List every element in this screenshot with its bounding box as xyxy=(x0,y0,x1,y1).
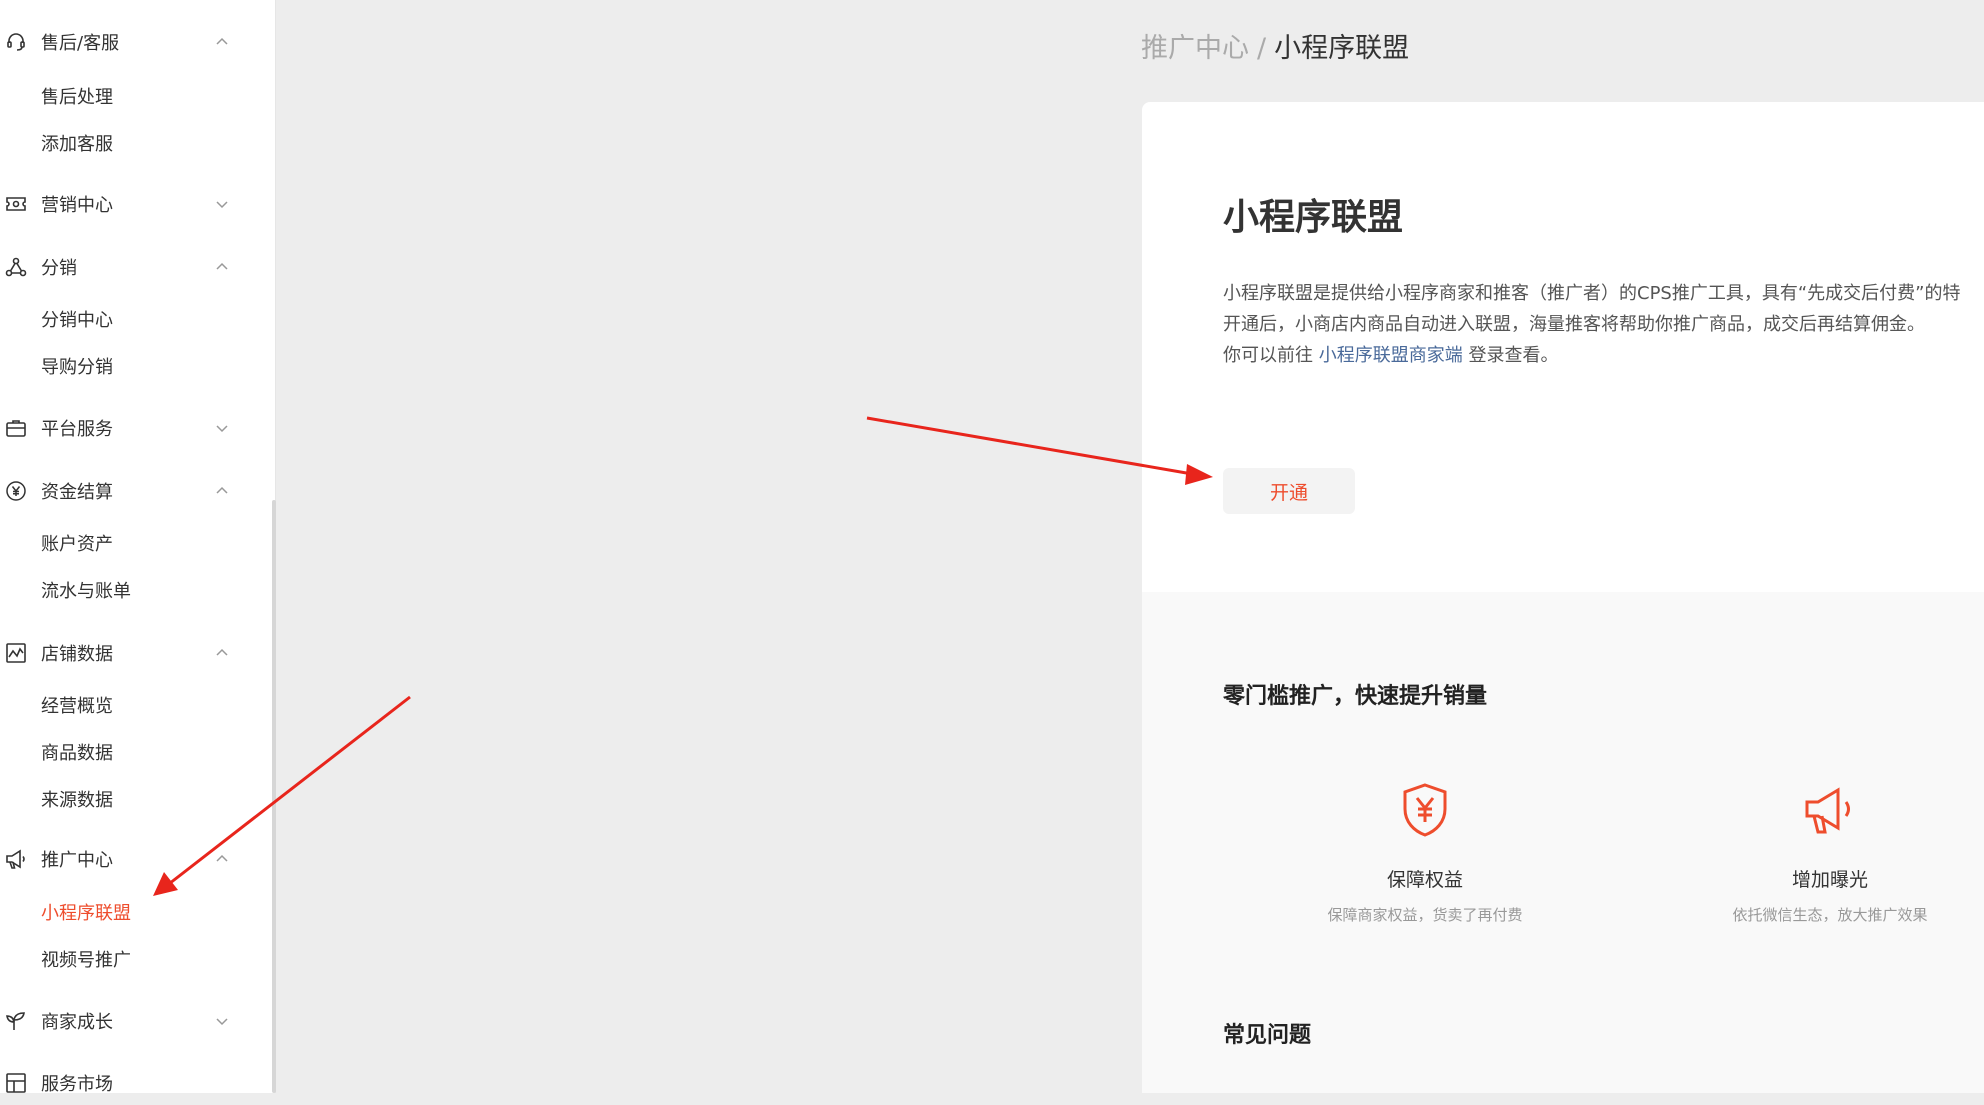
sidebar-item-product-data[interactable]: 商品数据 xyxy=(41,739,113,769)
chevron-down-icon xyxy=(216,1018,228,1026)
section-title: 零门槛推广，快速提升销量 xyxy=(1223,684,1488,709)
sidebar-item-source-data[interactable]: 来源数据 xyxy=(41,786,113,816)
sidebar-item-account-assets[interactable]: 账户资产 xyxy=(41,530,113,560)
faq-title: 常见问题 xyxy=(1223,1023,1312,1048)
yen-circle-icon xyxy=(5,480,27,502)
feature-desc: 保障商家权益，货卖了再付费 xyxy=(1327,906,1523,924)
megaphone-icon xyxy=(1700,780,1960,840)
page-title: 小程序联盟 xyxy=(1223,197,1404,238)
megaphone-icon xyxy=(5,848,27,870)
sidebar-group-marketing[interactable]: 营销中心 xyxy=(0,182,260,226)
breadcrumb-parent[interactable]: 推广中心 xyxy=(1141,33,1249,64)
sidebar-group-label: 店铺数据 xyxy=(41,644,113,665)
chevron-down-icon xyxy=(216,201,228,209)
description: 小程序联盟是提供给小程序商家和推客（推广者）的CPS推广工具，具有“先成交后付费… xyxy=(1223,278,1984,371)
sidebar-group-shop-data[interactable]: 店铺数据 xyxy=(0,631,260,675)
sidebar-group-service-market[interactable]: 服务市场 xyxy=(0,1061,260,1105)
briefcase-icon xyxy=(5,417,27,439)
breadcrumb-current: 小程序联盟 xyxy=(1274,33,1410,64)
sidebar-group-label: 平台服务 xyxy=(41,419,113,440)
sidebar-group-label: 资金结算 xyxy=(41,482,113,503)
ticket-icon xyxy=(5,193,27,215)
sidebar-item-add-customer-service[interactable]: 添加客服 xyxy=(41,130,113,160)
chevron-up-icon xyxy=(216,486,228,494)
sidebar-group-merchant-growth[interactable]: 商家成长 xyxy=(0,999,260,1043)
description-line: 小程序联盟是提供给小程序商家和推客（推广者）的CPS推广工具，具有“先成交后付费… xyxy=(1223,283,1961,304)
sidebar-group-label: 售后/客服 xyxy=(41,33,120,54)
sidebar-group-label: 服务市场 xyxy=(41,1074,113,1095)
breadcrumb: 推广中心 / 小程序联盟 xyxy=(1141,26,1409,65)
sidebar-item-after-sales-processing[interactable]: 售后处理 xyxy=(41,83,113,113)
sidebar-scrollbar[interactable] xyxy=(272,500,276,1093)
sidebar-group-label: 商家成长 xyxy=(41,1012,113,1033)
sidebar-item-mini-program-alliance[interactable]: 小程序联盟 xyxy=(41,899,131,929)
description-text: 你可以前往 xyxy=(1223,345,1319,366)
sidebar-group-funds[interactable]: 资金结算 xyxy=(0,469,260,513)
headset-icon xyxy=(5,31,27,53)
chevron-up-icon xyxy=(216,262,228,270)
description-line: 你可以前往 小程序联盟商家端 登录查看。 xyxy=(1223,340,1984,371)
chevron-down-icon xyxy=(216,425,228,433)
sidebar-group-after-sales[interactable]: 售后/客服 xyxy=(0,20,260,64)
feature-protect-rights: 保障权益 保障商家权益，货卖了再付费 xyxy=(1295,780,1555,925)
sidebar-item-business-overview[interactable]: 经营概览 xyxy=(41,692,113,722)
feature-title: 保障权益 xyxy=(1386,869,1463,891)
sidebar-group-label: 推广中心 xyxy=(41,850,113,871)
market-icon xyxy=(5,1072,27,1094)
merchant-portal-link[interactable]: 小程序联盟商家端 xyxy=(1319,345,1463,366)
sidebar-item-guide-distribution[interactable]: 导购分销 xyxy=(41,353,113,383)
sidebar-group-distribution[interactable]: 分销 xyxy=(0,245,260,289)
sidebar: 售后/客服 售后处理 添加客服 营销中心 分销 分销中心 导购分销 平台服务 资… xyxy=(0,0,276,1095)
chevron-up-icon xyxy=(216,37,228,45)
feature-increase-exposure: 增加曝光 依托微信生态，放大推广效果 xyxy=(1700,780,1960,925)
alliance-intro-card: 小程序联盟 小程序联盟是提供给小程序商家和推客（推广者）的CPS推广工具，具有“… xyxy=(1142,102,1984,592)
chevron-up-icon xyxy=(216,648,228,656)
description-text: 登录查看。 xyxy=(1462,345,1559,366)
sidebar-item-flow-and-bills[interactable]: 流水与账单 xyxy=(41,577,131,607)
sidebar-group-promotion[interactable]: 推广中心 xyxy=(0,837,260,881)
chart-icon xyxy=(5,642,27,664)
description-line: 开通后，小商店内商品自动进入联盟，海量推客将帮助你推广商品，成交后再结算佣金。 xyxy=(1223,314,1925,335)
open-button[interactable]: 开通 xyxy=(1223,468,1355,514)
sidebar-group-platform-services[interactable]: 平台服务 xyxy=(0,406,260,450)
sidebar-group-label: 分销 xyxy=(41,258,77,279)
feature-title: 增加曝光 xyxy=(1791,869,1868,891)
shield-yen-icon xyxy=(1295,780,1555,840)
chevron-up-icon xyxy=(216,854,228,862)
breadcrumb-separator: / xyxy=(1257,33,1267,64)
sidebar-item-distribution-center[interactable]: 分销中心 xyxy=(41,306,113,336)
feature-desc: 依托微信生态，放大推广效果 xyxy=(1732,906,1928,924)
sidebar-group-label: 营销中心 xyxy=(41,195,113,216)
sidebar-item-channels-promotion[interactable]: 视频号推广 xyxy=(41,946,131,976)
benefits-section: 零门槛推广，快速提升销量 保障权益 保障商家权益，货卖了再付费 增加曝光 依托微… xyxy=(1142,592,1984,1093)
sprout-icon xyxy=(5,1010,27,1032)
share-nodes-icon xyxy=(5,256,27,278)
